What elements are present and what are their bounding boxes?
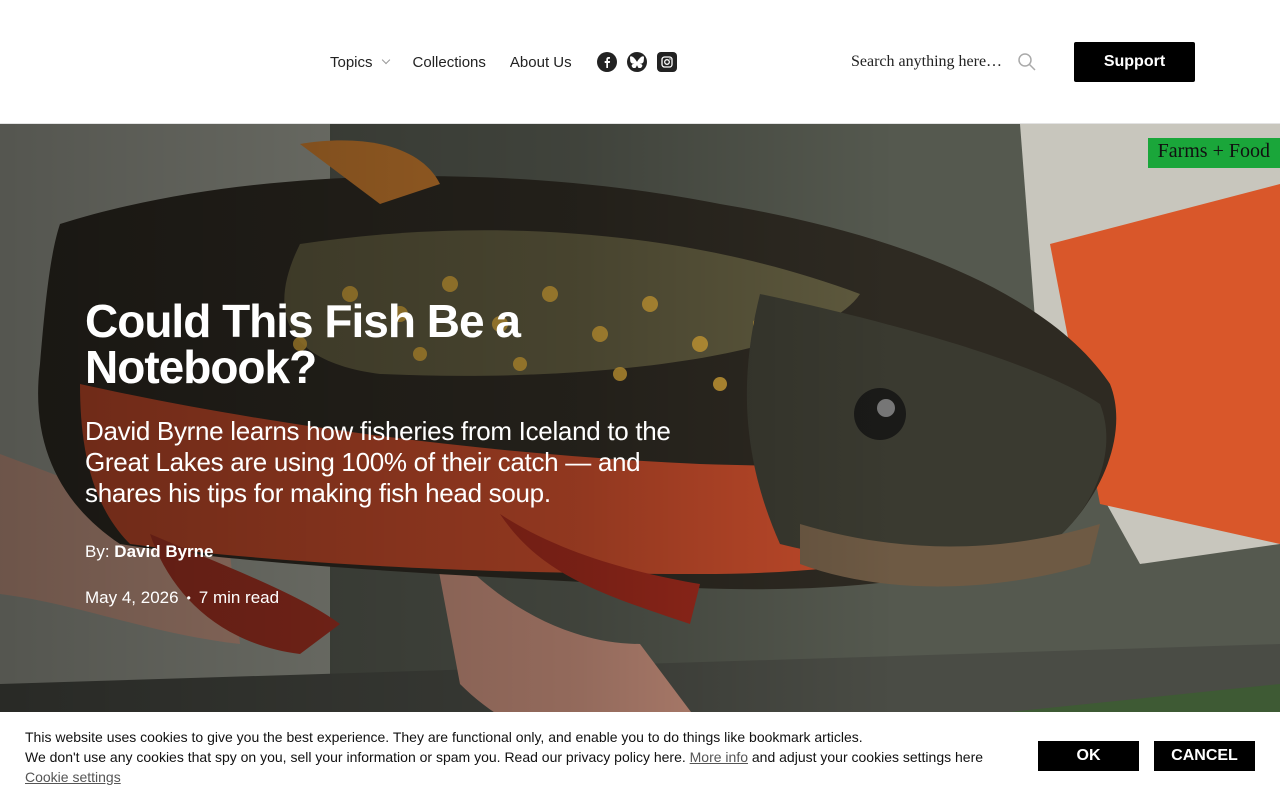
search-icon[interactable] <box>1017 52 1037 77</box>
chevron-down-icon <box>381 55 390 65</box>
cookie-line-1: This website uses cookies to give you th… <box>25 729 863 745</box>
meta-separator: • <box>186 591 191 605</box>
more-info-link[interactable]: More info <box>690 749 748 765</box>
cookie-line-2-mid: and adjust your cookies settings here <box>751 749 984 765</box>
nav-collections-label: Collections <box>412 53 486 71</box>
byline: By: David Byrne <box>85 542 214 562</box>
nav-collections[interactable]: Collections <box>413 54 486 71</box>
social-links <box>596 52 687 72</box>
search-input[interactable] <box>851 53 1011 71</box>
byline-label: By: <box>85 542 110 561</box>
cookie-line-2: We don't use any cookies that spy on you… <box>25 749 686 765</box>
article-title: Could This Fish Be a Notebook? <box>85 295 521 393</box>
nav-about-label: About Us <box>509 53 572 71</box>
cookie-banner: This website uses cookies to give you th… <box>0 712 1280 800</box>
facebook-icon[interactable] <box>596 52 617 72</box>
cookie-message: This website uses cookies to give you th… <box>25 727 985 787</box>
nav-about-us[interactable]: About Us <box>510 54 572 71</box>
nav-topics-label: Topics <box>330 53 373 71</box>
cookie-cancel-button[interactable]: CANCEL <box>1154 741 1255 771</box>
bluesky-icon[interactable] <box>626 52 647 72</box>
instagram-icon[interactable] <box>656 52 677 72</box>
main-nav: Topics Collections About Us <box>330 52 687 72</box>
site-header: Topics Collections About Us Support <box>0 0 1280 124</box>
hero-image: Farms + Food Could This Fish Be a Notebo… <box>0 124 1280 800</box>
article-dek: David Byrne learns how fisheries from Ic… <box>85 416 671 508</box>
category-tag[interactable]: Farms + Food <box>1147 138 1280 168</box>
publish-date: May 4, 2026 <box>85 588 179 607</box>
cookie-ok-button[interactable]: OK <box>1038 741 1139 771</box>
support-button[interactable]: Support <box>1074 42 1195 82</box>
article-meta: May 4, 2026 • 7 min read <box>85 588 279 608</box>
cookie-settings-link[interactable]: Cookie settings <box>25 769 121 785</box>
nav-topics[interactable]: Topics <box>330 53 390 71</box>
read-time: 7 min read <box>198 588 280 607</box>
author-link[interactable]: David Byrne <box>114 542 213 561</box>
search-box <box>851 49 1041 75</box>
